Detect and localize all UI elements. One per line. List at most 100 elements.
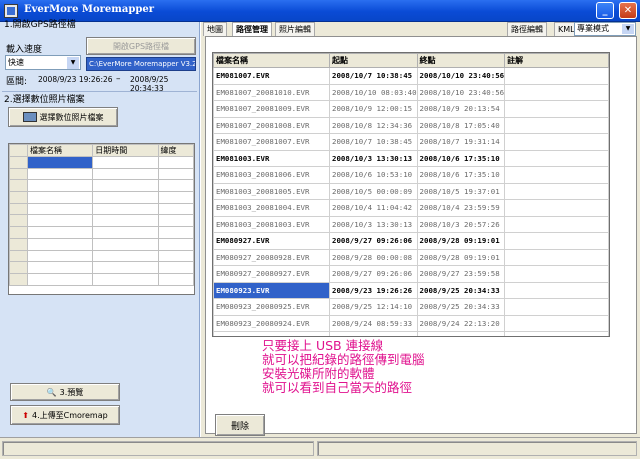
table-row[interactable] (9, 261, 194, 274)
right-panel: 地圖 路徑管理 照片編輯 路徑編輯 KML 專業模式 ▼ 檔案名稱 起點 終點 … (201, 22, 640, 437)
route-cell-name: EM081003_20081004.EVR (213, 199, 330, 217)
note-line: 安裝光碟所附的軟體 (262, 366, 375, 381)
photo-col-latitude[interactable]: 緯度 (157, 144, 194, 157)
range-start: 2008/9/23 19:26:26 (38, 75, 113, 84)
note-line: 就可以把紀錄的路徑傳到電腦 (262, 352, 425, 367)
upload-button-label: 4.上傳至Cmoremap (31, 410, 108, 420)
table-row[interactable]: EM080927_20080928.EVR 2008/9/28 00:00:08 2… (213, 248, 609, 266)
tab-route-management[interactable]: 路徑管理 (232, 22, 272, 36)
table-row[interactable]: EM081007.EVR 2008/10/7 10:38:45 2008/10/10… (213, 67, 609, 85)
route-cell-end: 2008/10/7 19:31:14 (416, 133, 506, 151)
table-row[interactable] (9, 272, 194, 286)
route-cell-start: 2008/10/4 11:04:42 (329, 199, 418, 217)
route-cell-note (504, 281, 609, 299)
tab-map[interactable]: 地圖 (203, 22, 227, 36)
route-cell-name: EM081003.EVR (213, 149, 330, 167)
route-cell-note (504, 67, 609, 85)
route-cell-note (504, 182, 609, 200)
route-col-note[interactable]: 註解 (504, 53, 609, 68)
open-gps-file-button[interactable]: 開啟GPS路徑檔 (86, 37, 196, 55)
section-select-photo-label: 2.選擇數位照片檔案 (4, 95, 85, 105)
photo-table[interactable]: 檔案名稱 日期時間 緯度 (8, 143, 195, 295)
route-cell-end: 2008/9/27 23:59:58 (416, 265, 506, 283)
delete-button[interactable]: 刪除 (215, 414, 265, 436)
mode-select[interactable]: 專業模式 ▼ (574, 22, 636, 36)
status-cell (2, 441, 314, 456)
gps-path-field[interactable]: C:\EverMore Moremapper V3.2\EVR (86, 57, 196, 71)
route-cell-start: 2008/10/8 12:34:36 (329, 116, 418, 134)
preview-button[interactable]: 🔍 3.預覽 (10, 383, 120, 401)
route-cell-note (504, 248, 609, 266)
table-row[interactable]: EM081007_20081009.EVR 2008/10/9 12:00:15 2… (213, 100, 609, 118)
tab-photo-edit[interactable]: 照片編輯 (275, 22, 315, 36)
table-row[interactable] (9, 156, 194, 169)
chevron-down-icon[interactable]: ▼ (67, 57, 79, 69)
table-row[interactable]: EM080923_20080923.EVR2008/9/23 19:26:262… (213, 331, 609, 336)
upload-button[interactable]: ⬆ 4.上傳至Cmoremap (10, 405, 120, 425)
route-cell-name: EM081007_20081007.EVR (213, 133, 330, 151)
tab-strip: 地圖 路徑管理 照片編輯 路徑編輯 KML 專業模式 ▼ (201, 22, 640, 36)
table-row[interactable]: EM081003.EVR 2008/10/3 13:30:13 2008/10/6 … (213, 149, 609, 167)
minimize-button[interactable]: _ (596, 2, 614, 19)
route-edit-button[interactable]: 路徑編輯 (507, 22, 547, 36)
table-row[interactable] (9, 167, 194, 181)
route-cell-name: EM080927_20080928.EVR (213, 248, 330, 266)
route-cell-note (504, 298, 609, 316)
app-icon (4, 4, 18, 18)
route-cell-end: 2008/9/28 09:19:01 (416, 232, 506, 250)
table-row[interactable]: EM081003_20081004.EVR 2008/10/4 11:04:42 2… (213, 199, 609, 217)
route-cell-start: 2008/10/3 13:30:13 (329, 215, 418, 233)
note-line: 只要接上 USB 連接線 (262, 338, 384, 353)
photo-col-filename[interactable]: 檔案名稱 (26, 144, 94, 157)
photo-col-datetime[interactable]: 日期時間 (92, 144, 159, 157)
route-cell-end: 2008/10/10 23:40:56 (416, 83, 506, 101)
select-photo-button[interactable]: 選擇數位照片檔案 (8, 107, 118, 127)
table-row[interactable] (9, 226, 194, 239)
table-row[interactable] (9, 191, 194, 204)
route-table[interactable]: 檔案名稱 起點 終點 註解 EM081007.EVR 2008/10/7 10:3… (212, 52, 610, 337)
route-cell-start: 2008/10/3 13:30:13 (329, 149, 418, 167)
route-cell-end: 2008/10/9 20:13:54 (416, 100, 506, 118)
table-row[interactable]: EM081007_20081008.EVR 2008/10/8 12:34:36 2… (213, 116, 609, 134)
range-dash: – (116, 74, 121, 84)
preview-button-label: 3.預覽 (59, 387, 84, 397)
route-cell-name: EM081003_20081003.EVR (213, 215, 330, 233)
table-row[interactable] (9, 179, 194, 193)
select-photo-button-label: 選擇數位照片檔案 (39, 112, 104, 122)
table-row[interactable]: EM080923.EVR 2008/9/23 19:26:26 2008/9/25 … (213, 281, 609, 299)
route-cell-start: 2008/10/7 10:38:45 (329, 67, 418, 85)
route-cell-name: EM081003_20081006.EVR (213, 166, 330, 184)
table-row[interactable] (9, 202, 194, 216)
table-row[interactable] (9, 237, 194, 251)
route-col-start[interactable]: 起點 (329, 53, 418, 68)
close-button[interactable]: ✕ (619, 2, 637, 19)
table-row[interactable]: EM081003_20081003.EVR 2008/10/3 13:30:13 2… (213, 215, 609, 233)
route-cell-end: 2008/10/6 17:35:10 (416, 166, 506, 184)
route-cell-end: 2008/9/25 20:34:33 (416, 298, 506, 316)
table-row[interactable]: EM081007_20081007.EVR 2008/10/7 10:38:45 2… (213, 133, 609, 151)
table-row[interactable]: EM081003_20081006.EVR 2008/10/6 10:53:10 2… (213, 166, 609, 184)
table-row[interactable] (9, 249, 194, 263)
route-cell-end: 2008/9/28 09:19:01 (416, 248, 506, 266)
route-cell-end: 2008/10/3 20:57:26 (416, 215, 506, 233)
route-cell-end: 2008/10/5 19:37:01 (416, 182, 506, 200)
route-cell-start: 2008/10/7 10:38:45 (329, 133, 418, 151)
route-col-filename[interactable]: 檔案名稱 (213, 53, 330, 68)
route-cell-start: 2008/9/28 00:00:08 (329, 248, 418, 266)
table-row[interactable]: EM080927_20080927.EVR 2008/9/27 09:26:06 2… (213, 265, 609, 283)
route-cell-name: EM080927_20080927.EVR (213, 265, 330, 283)
table-row[interactable]: EM080923_20080924.EVR 2008/9/24 08:59:33 2… (213, 314, 609, 332)
table-row[interactable]: EM080923_20080925.EVR 2008/9/25 12:14:10 2… (213, 298, 609, 316)
route-cell-name: EM081007_20081010.EVR (213, 83, 330, 101)
table-row[interactable]: EM081007_20081010.EVR 2008/10/10 08:03:40… (213, 83, 609, 101)
chevron-down-icon[interactable]: ▼ (622, 24, 634, 34)
load-speed-select[interactable]: 快速 ▼ (5, 55, 81, 70)
table-row[interactable] (9, 214, 194, 228)
route-cell-name: EM080927.EVR (213, 232, 330, 250)
table-row[interactable]: EM080927.EVR 2008/9/27 09:26:06 2008/9/28 … (213, 232, 609, 250)
route-cell-note (504, 232, 609, 250)
status-bar (0, 437, 640, 459)
route-cell-name: EM080923_20080923.EVR (213, 331, 330, 336)
table-row[interactable]: EM081003_20081005.EVR 2008/10/5 00:00:09 2… (213, 182, 609, 200)
route-col-end[interactable]: 終點 (416, 53, 506, 68)
